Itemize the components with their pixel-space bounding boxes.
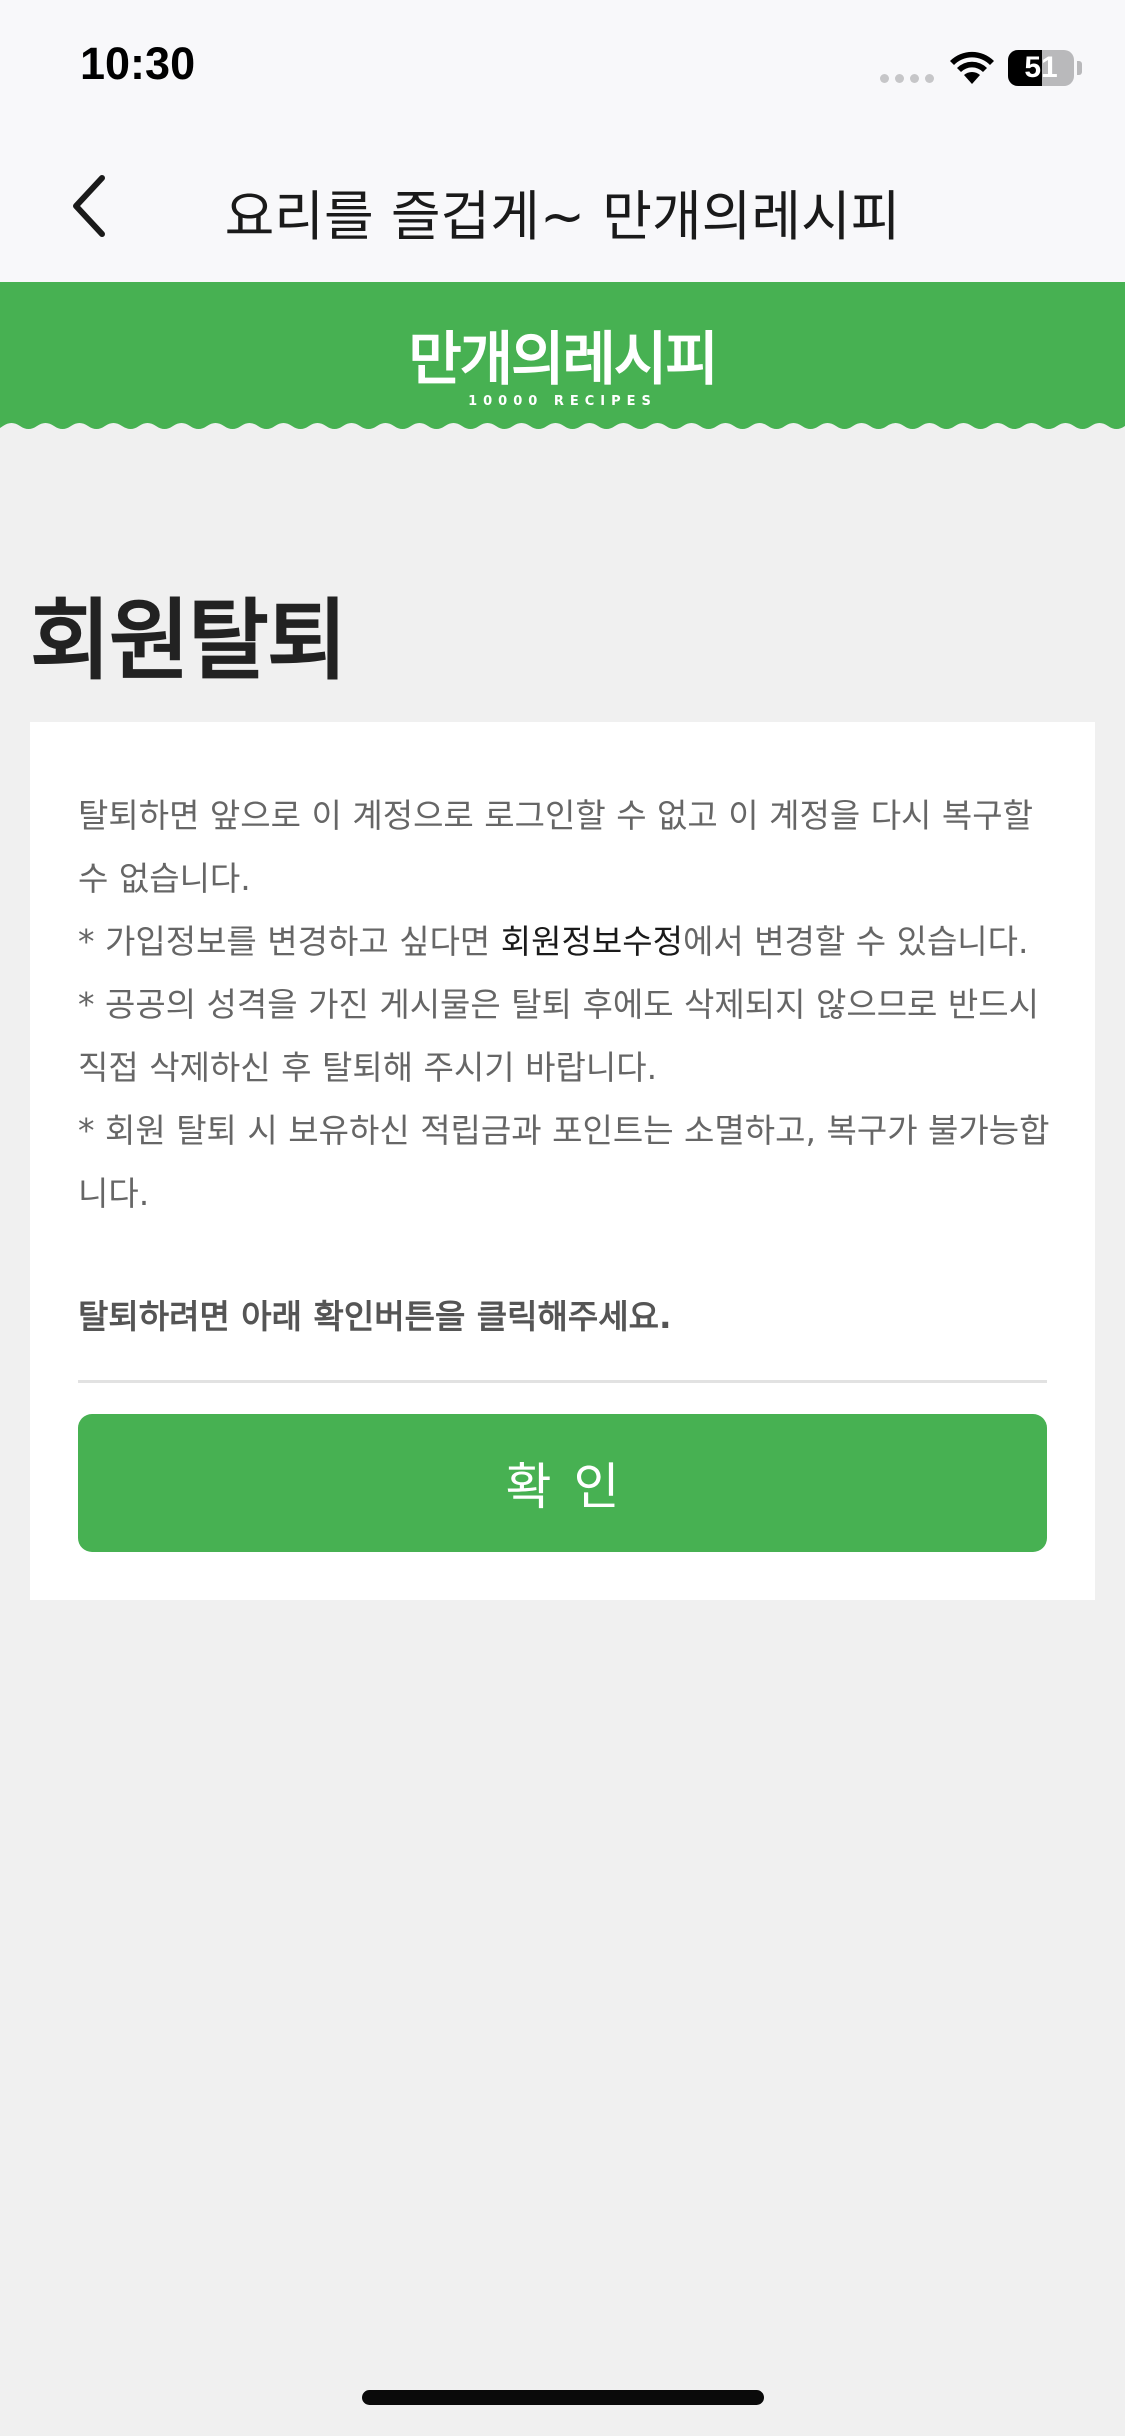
brand-logo-subtitle: 10000 RECIPES: [468, 394, 657, 409]
divider: [78, 1380, 1047, 1383]
battery-level: 51: [1024, 51, 1058, 84]
page-title: 회원탈퇴: [30, 589, 348, 692]
wifi-icon: [950, 51, 994, 84]
battery-cap: [1077, 61, 1082, 75]
withdrawal-notice: 탈퇴하면 앞으로 이 계정으로 로그인할 수 없고 이 계정을 다시 복구할 수…: [78, 784, 1058, 1225]
brand-logo: 만개의레시피: [408, 325, 718, 393]
notice-line: * 가입정보를 변경하고 싶다면 회원정보수정에서 변경할 수 있습니다.: [78, 910, 1058, 973]
notice-text: * 가입정보를 변경하고 싶다면: [78, 922, 501, 961]
battery-icon: 51: [1008, 50, 1074, 86]
brand-banner: 만개의레시피 10000 RECIPES: [0, 282, 1125, 414]
confirm-button[interactable]: 확인: [78, 1414, 1047, 1552]
cellular-signal-icon: [880, 74, 934, 83]
home-indicator: [362, 2390, 764, 2405]
banner-wave-edge: [0, 414, 1125, 429]
nav-bar: 요리를 즐겁게~ 만개의레시피: [0, 136, 1125, 282]
edit-profile-link[interactable]: 회원정보수정: [501, 922, 683, 961]
status-bar: 10:30 51: [0, 0, 1125, 136]
withdrawal-instruction: 탈퇴하려면 아래 확인버튼을 클릭해주세요.: [78, 1297, 672, 1336]
withdrawal-card: 탈퇴하면 앞으로 이 계정으로 로그인할 수 없고 이 계정을 다시 복구할 수…: [30, 722, 1095, 1600]
notice-line: * 공공의 성격을 가진 게시물은 탈퇴 후에도 삭제되지 않으므로 반드시 직…: [78, 985, 1039, 1087]
nav-title: 요리를 즐겁게~ 만개의레시피: [224, 185, 901, 248]
notice-text: 에서 변경할 수 있습니다.: [682, 922, 1029, 961]
notice-line: * 회원 탈퇴 시 보유하신 적립금과 포인트는 소멸하고, 복구가 불가능합니…: [78, 1111, 1050, 1213]
status-time: 10:30: [80, 38, 196, 89]
notice-line: 탈퇴하면 앞으로 이 계정으로 로그인할 수 없고 이 계정을 다시 복구할 수…: [78, 796, 1033, 898]
